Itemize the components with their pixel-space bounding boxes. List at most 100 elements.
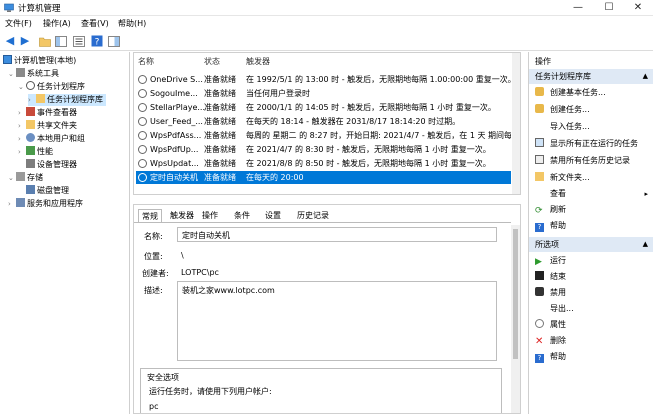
clock-icon xyxy=(138,173,147,182)
help-action[interactable]: ? 帮助 xyxy=(535,220,566,232)
table-row-selected[interactable]: 定时自动关机 准备就绪 在每天的 20:00 xyxy=(136,171,511,184)
close-button[interactable]: ✕ xyxy=(623,0,653,16)
description-field[interactable]: 装机之家www.lotpc.com xyxy=(177,281,497,361)
chevron-down-icon[interactable]: ⌄ xyxy=(8,68,16,80)
tree-item-local-users[interactable]: › 本地用户和组 xyxy=(18,133,85,145)
table-row[interactable]: OneDrive S... 准备就绪在 1992/5/1 的 13:00 时 - … xyxy=(136,73,511,86)
new-folder-action[interactable]: 新文件夹... xyxy=(535,172,590,184)
back-arrow-icon[interactable]: ◀ xyxy=(3,34,17,48)
tree-item-root[interactable]: 计算机管理(本地) xyxy=(3,55,76,67)
show-running-tasks-action[interactable]: 显示所有正在运行的任务 xyxy=(535,138,638,150)
clock-icon xyxy=(138,145,147,154)
end-action[interactable]: 结束 xyxy=(535,271,566,283)
computer-management-icon xyxy=(4,3,14,12)
chevron-right-icon[interactable]: › xyxy=(18,120,26,132)
chevron-right-icon[interactable]: › xyxy=(18,107,26,119)
chevron-right-icon[interactable]: › xyxy=(18,146,26,158)
maximize-button[interactable]: ☐ xyxy=(594,0,624,16)
show-hide-tree-icon[interactable] xyxy=(54,34,68,48)
svg-text:?: ? xyxy=(95,38,100,48)
create-basic-task-icon xyxy=(535,87,544,96)
tab-history[interactable]: 历史记录 xyxy=(294,209,332,222)
tree-item-task-scheduler[interactable]: ⌄ 任务计划程序 xyxy=(18,81,85,93)
actions-section-task-library[interactable]: 任务计划程序库 ▲ xyxy=(529,69,653,84)
properties-action[interactable]: 属性 xyxy=(535,319,566,331)
tree-item-performance[interactable]: › 性能 xyxy=(18,146,53,158)
chevron-right-icon[interactable]: › xyxy=(28,94,36,106)
panel-icon[interactable] xyxy=(107,34,121,48)
title-bar: 计算机管理 — ☐ ✕ xyxy=(0,0,653,16)
export-action[interactable]: 导出... xyxy=(535,303,574,315)
help-icon[interactable]: ? xyxy=(90,34,104,48)
view-action[interactable]: 查看 ▸ xyxy=(535,188,648,200)
table-row[interactable]: SogouIme... 准备就绪 当任何用户登录时 xyxy=(136,87,511,100)
disable-action[interactable]: 禁用 xyxy=(535,287,566,299)
minimize-button[interactable]: — xyxy=(563,0,593,16)
menu-help[interactable]: 帮助(H) xyxy=(118,18,146,29)
chevron-right-icon[interactable]: › xyxy=(8,198,16,210)
tree-item-storage[interactable]: ⌄ 存储 xyxy=(8,172,43,184)
chevron-down-icon[interactable]: ⌄ xyxy=(18,81,26,93)
scrollbar-thumb[interactable] xyxy=(513,229,518,359)
up-folder-icon[interactable] xyxy=(38,34,52,48)
folder-icon xyxy=(36,94,45,103)
clock-icon xyxy=(138,159,147,168)
tab-conditions[interactable]: 条件 xyxy=(231,209,253,222)
security-options-title: 安全选项 xyxy=(147,373,179,382)
tab-triggers[interactable]: 触发器 xyxy=(167,209,197,222)
actions-section-selected-item[interactable]: 所选项 ▲ xyxy=(529,237,653,252)
refresh-icon: ⟳ xyxy=(535,206,543,216)
console-tree: 计算机管理(本地) ⌄ 系统工具 ⌄ 任务计划程序 › 任务计划程序库 › 事件查看器 … xyxy=(0,52,130,414)
menu-view[interactable]: 查看(V) xyxy=(81,18,109,29)
chevron-right-icon[interactable]: › xyxy=(18,133,26,145)
delete-action[interactable]: ✕ 删除 xyxy=(535,335,566,347)
author-value: LOTPC\pc xyxy=(181,268,219,277)
table-row[interactable]: User_Feed_... 准备就绪 在每天的 18:14 - 触发器在 2031/… xyxy=(136,115,511,128)
running-tasks-icon xyxy=(535,138,544,147)
tree-item-disk-management[interactable]: 磁盘管理 xyxy=(26,185,69,197)
tab-actions[interactable]: 操作 xyxy=(199,209,221,222)
chevron-down-icon[interactable]: ⌄ xyxy=(8,172,16,184)
help-icon: ? xyxy=(535,223,544,232)
disable-icon xyxy=(535,287,544,296)
refresh-action[interactable]: ⟳ 刷新 xyxy=(535,204,566,216)
create-task-icon xyxy=(535,104,544,113)
column-header-name[interactable]: 名称 xyxy=(138,56,154,67)
tab-general[interactable]: 常规 xyxy=(138,209,162,222)
create-basic-task-action[interactable]: 创建基本任务... xyxy=(535,87,606,99)
tree-item-event-viewer[interactable]: › 事件查看器 xyxy=(18,107,77,119)
clock-icon xyxy=(138,75,147,84)
table-row[interactable]: WpsPdfUp... 准备就绪在 2021/4/7 的 8:30 时 - 触发后… xyxy=(136,143,511,156)
table-row[interactable]: WpsUpdat... 准备就绪在 2021/8/8 的 8:50 时 - 触发后… xyxy=(136,157,511,170)
forward-arrow-icon[interactable]: ▶ xyxy=(18,34,32,48)
import-task-action[interactable]: 导入任务... xyxy=(535,121,590,133)
menu-file[interactable]: 文件(F) xyxy=(5,18,32,29)
disable-history-action[interactable]: 禁用所有任务历史记录 xyxy=(535,155,630,167)
tree-item-task-library[interactable]: › 任务计划程序库 xyxy=(28,94,106,106)
properties-icon[interactable] xyxy=(72,34,86,48)
tree-item-services[interactable]: › 服务和应用程序 xyxy=(8,198,83,210)
menu-action[interactable]: 操作(A) xyxy=(43,18,71,29)
location-value: \ xyxy=(181,251,184,260)
help-action-selected[interactable]: ? 帮助 xyxy=(535,351,566,363)
detail-scrollbar[interactable] xyxy=(511,225,520,413)
collapse-up-icon[interactable]: ▲ xyxy=(643,69,648,84)
tab-settings[interactable]: 设置 xyxy=(262,209,284,222)
name-field[interactable]: 定时自动关机 xyxy=(177,227,497,242)
tree-item-device-manager[interactable]: 设备管理器 xyxy=(26,159,77,171)
table-row[interactable]: WpsPdfAss... 准备就绪 每周的 星期二 的 8:27 时，开始日期: 2… xyxy=(136,129,511,142)
clock-icon xyxy=(26,81,35,90)
help-icon: ? xyxy=(535,354,544,363)
column-header-status[interactable]: 状态 xyxy=(204,56,220,67)
column-header-triggers[interactable]: 触发器 xyxy=(246,56,270,67)
collapse-up-icon[interactable]: ▲ xyxy=(643,237,648,252)
task-detail-pane: 常规 触发器 操作 条件 设置 历史记录 名称: 定时自动关机 位置: \ 创建… xyxy=(133,204,521,414)
tree-item-system-tools[interactable]: ⌄ 系统工具 xyxy=(8,68,59,80)
task-list-scrollbar[interactable] xyxy=(512,53,520,194)
table-row[interactable]: StellarPlaye... 准备就绪在 2000/1/1 的 14:05 时 … xyxy=(136,101,511,114)
tree-item-shared-folders[interactable]: › 共享文件夹 xyxy=(18,120,77,132)
users-icon xyxy=(26,133,35,142)
run-action[interactable]: ▶ 运行 xyxy=(535,255,566,267)
actions-header: 操作 xyxy=(535,57,551,66)
create-task-action[interactable]: 创建任务... xyxy=(535,104,590,116)
